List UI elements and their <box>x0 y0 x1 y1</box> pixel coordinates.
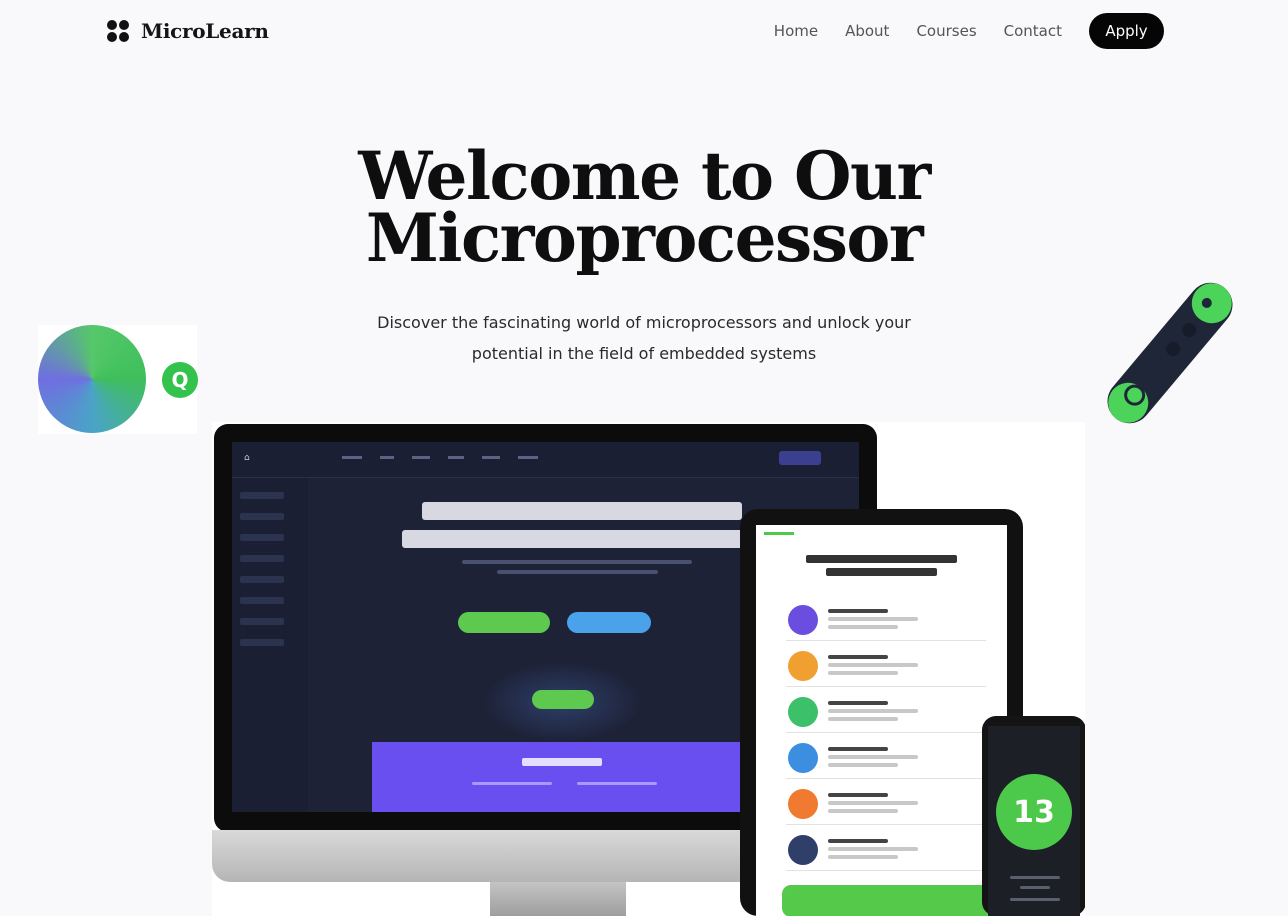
tablet-list-row <box>786 597 986 641</box>
device-mockup-image: ⌂ 13 <box>212 422 1085 916</box>
tablet-row-dot <box>788 835 818 865</box>
top-navigation: MicroLearn Home About Courses Contact Ap… <box>0 0 1288 62</box>
tablet-list-row <box>786 643 986 687</box>
tablet-frame <box>740 509 1023 916</box>
tablet-row-dot <box>788 697 818 727</box>
nav-link-contact[interactable]: Contact <box>1004 22 1062 40</box>
nav-link-home[interactable]: Home <box>774 22 818 40</box>
four-dots-icon <box>107 20 129 42</box>
decorative-chip-graphic: Q <box>38 325 198 434</box>
apply-button[interactable]: Apply <box>1089 13 1164 49</box>
phone-screen: 13 <box>988 726 1080 916</box>
brand-name: MicroLearn <box>141 19 269 43</box>
chat-badge-icon: Q <box>162 362 198 398</box>
apple-logo-icon <box>546 836 566 860</box>
hero-subtitle-line-1: Discover the fascinating world of microp… <box>377 313 911 332</box>
tablet-row-dot <box>788 743 818 773</box>
tablet-list-row <box>786 781 986 825</box>
phone-progress-ring: 13 <box>996 774 1072 850</box>
tablet-screen <box>756 525 1007 916</box>
screen-blue-pill <box>567 612 651 633</box>
tablet-row-dot <box>788 605 818 635</box>
screen-purple-banner <box>372 742 752 812</box>
hero-title: Welcome to Our Microprocessor <box>294 143 994 271</box>
gradient-circle-icon <box>38 325 146 433</box>
brand-logo[interactable]: MicroLearn <box>107 18 269 44</box>
tablet-row-dot <box>788 651 818 681</box>
nav-link-about[interactable]: About <box>845 22 889 40</box>
microchip-stick-icon <box>1107 282 1233 424</box>
screen-center-pill <box>532 690 594 709</box>
screen-brand-mark: ⌂ <box>244 453 250 463</box>
screen-cta-pill <box>779 451 821 465</box>
hero-title-line-2: Microprocessor <box>365 199 924 277</box>
hero-subtitle: Discover the fascinating world of microp… <box>344 307 944 369</box>
tablet-list-row <box>786 735 986 779</box>
screen-headline-graphic <box>382 498 782 548</box>
screen-sidebar <box>232 478 308 812</box>
tablet-title-graphic <box>756 555 1007 576</box>
phone-frame: 13 <box>982 716 1085 916</box>
hero-subtitle-line-2: potential in the field of embedded syste… <box>471 344 817 363</box>
tablet-list-row <box>786 827 986 871</box>
tablet-row-dot <box>788 789 818 819</box>
monitor-stand <box>490 882 626 916</box>
nav-links: Home About Courses Contact Apply <box>774 13 1164 49</box>
screen-green-pill <box>458 612 550 633</box>
tablet-list-row <box>786 689 986 733</box>
nav-link-courses[interactable]: Courses <box>916 22 976 40</box>
tablet-green-bar <box>782 885 992 916</box>
